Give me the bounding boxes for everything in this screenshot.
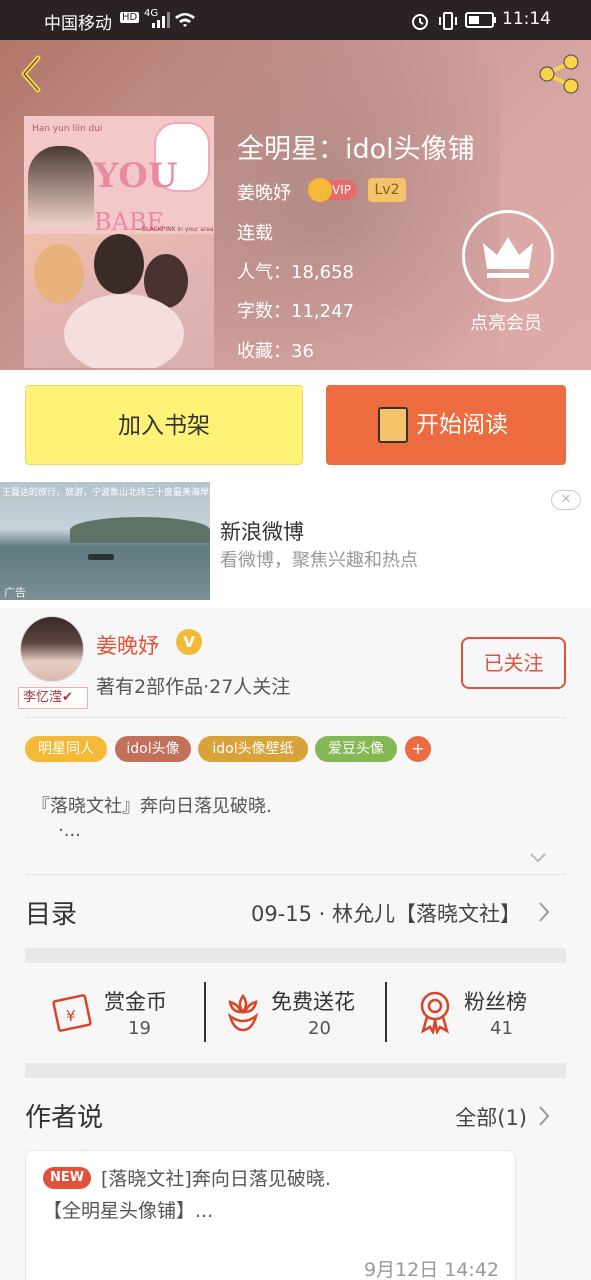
new-badge: NEW (43, 1167, 91, 1189)
chevron-right-icon[interactable] (538, 901, 550, 923)
ad-close-button[interactable]: ✕ (551, 490, 581, 510)
follow-button[interactable]: 已关注 (461, 637, 566, 689)
divider (25, 874, 566, 875)
stat-reward-coins[interactable]: ¥ 赏金币 19 (52, 980, 202, 1050)
clock: 11:14 (502, 9, 551, 29)
ad-title[interactable]: 新浪微博 (220, 516, 304, 546)
stat-value: 41 (490, 1018, 513, 1039)
tag-chip[interactable]: 爱豆头像 (315, 736, 397, 762)
stat-value: 20 (308, 1018, 331, 1039)
carrier-label: 中国移动 (44, 14, 112, 34)
description-line-2: ·... (58, 820, 81, 841)
stat-value: 19 (128, 1018, 151, 1039)
crown-icon (483, 237, 533, 278)
stat-label: 粉丝榜 (464, 990, 527, 1014)
book-status: 连载 (237, 223, 273, 244)
section-divider (25, 1063, 566, 1078)
share-icon[interactable] (537, 54, 581, 94)
cover-tagline: —BLACKPINK in your area (136, 226, 214, 233)
cover-top-text: Han yun liin dui (32, 124, 103, 134)
cover-portrait (28, 146, 94, 226)
description-line-1: 『落晓文社』奔向日落见破晓. (32, 796, 272, 817)
member-crown-button[interactable] (462, 210, 554, 302)
author-name[interactable]: 姜晚妤 (96, 630, 159, 660)
flower-icon (227, 993, 259, 1032)
ad-label: 广告 (4, 586, 26, 599)
ad-caption: 王曼达的旅行，旅游，宁波象山北纬三十度最美海岸线，这 (2, 488, 210, 498)
tag-chip[interactable]: idol头像壁纸 (198, 736, 308, 762)
stat-label: 免费送花 (271, 990, 355, 1014)
stat-label: 赏金币 (104, 990, 167, 1014)
book-author[interactable]: 姜晚妤 (237, 179, 291, 205)
ad-banner[interactable]: 王曼达的旅行，旅游，宁波象山北纬三十度最美海岸线，这 广告 新浪微博 看微博，聚… (0, 482, 591, 608)
add-tag-button[interactable]: + (405, 736, 431, 762)
book-popularity: 人气：18,658 (237, 262, 354, 283)
stat-divider (385, 982, 387, 1042)
chevron-right-icon[interactable] (538, 1105, 550, 1127)
verified-badge: V (176, 629, 202, 655)
cover-group-photo (24, 234, 214, 368)
book-cover[interactable]: Han yun liin dui YOU BABE —BLACKPINK in … (24, 116, 214, 368)
cover-you-text: YOU (94, 156, 178, 196)
vibrate-icon (439, 12, 457, 30)
tag-chip[interactable]: 明星同人 (25, 736, 107, 762)
signal-icon (152, 12, 170, 28)
ad-boat (88, 554, 114, 560)
stat-free-flowers[interactable]: 免费送花 20 (224, 980, 384, 1050)
alarm-icon (412, 14, 428, 30)
toc-label[interactable]: 目录 (25, 894, 77, 931)
ad-image[interactable]: 王曼达的旅行，旅游，宁波象山北纬三十度最美海岸线，这 广告 (0, 482, 210, 600)
author-says-label: 作者说 (25, 1103, 104, 1133)
member-label[interactable]: 点亮会员 (470, 309, 542, 335)
post-date: 9月12日 14:42 (363, 1259, 499, 1280)
avatar-tag: 李忆滢✔ (18, 687, 88, 709)
level-badge: Lv2 (368, 178, 406, 202)
medal-icon (420, 991, 450, 1034)
action-bar: 加入书架 开始阅读 (0, 370, 591, 482)
tag-chip[interactable]: idol头像 (115, 736, 191, 762)
book-title: 全明星：idol头像铺 (237, 134, 475, 165)
book-favorites: 收藏：36 (237, 341, 314, 362)
divider (25, 717, 566, 718)
post-line-2: 【全明星头像铺】... (43, 1200, 214, 1222)
ad-subtitle: 看微博，聚焦兴趣和热点 (220, 550, 418, 571)
hd-icon: HD (120, 12, 140, 23)
stat-fan-ranking[interactable]: 粉丝榜 41 (416, 980, 546, 1050)
toc-latest-chapter[interactable]: 09-15 · 林允儿【落晓文社】 (251, 898, 521, 928)
expand-icon[interactable] (530, 850, 546, 866)
author-stats: 著有2部作品·27人关注 (96, 676, 291, 698)
section-divider (25, 948, 566, 963)
crown-icon (308, 178, 332, 202)
vip-badge: VIP (308, 178, 357, 202)
stat-divider (204, 982, 206, 1042)
ad-hill (70, 517, 210, 543)
battery-icon (465, 12, 496, 28)
book-icon (378, 407, 408, 443)
add-to-shelf-button[interactable]: 加入书架 (25, 385, 303, 465)
author-says-all-link[interactable]: 全部(1) (455, 1102, 527, 1132)
back-icon[interactable] (16, 54, 46, 94)
wifi-icon (175, 13, 195, 27)
start-reading-button[interactable]: 开始阅读 (326, 385, 566, 465)
red-envelope-icon: ¥ (52, 994, 92, 1032)
status-bar: 中国移动 HD 4G 11:14 (0, 0, 591, 40)
post-line-1: [落晓文社]奔向日落见破晓. (101, 1168, 331, 1190)
book-word-count: 字数：11,247 (237, 301, 354, 322)
svg-text:¥: ¥ (66, 1007, 76, 1025)
author-avatar[interactable] (20, 616, 84, 682)
